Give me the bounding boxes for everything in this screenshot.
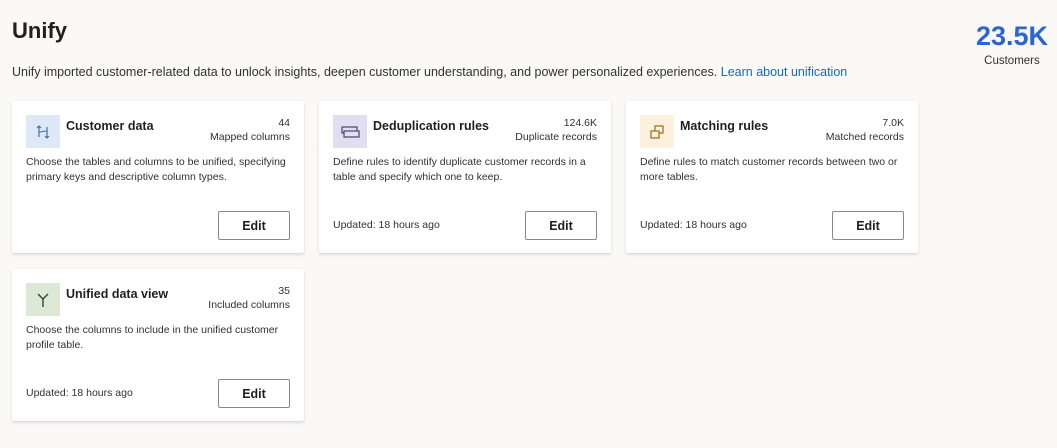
card-count-label: Matched records <box>825 131 904 143</box>
card-title: Unified data view <box>66 287 169 301</box>
matching-rules-card: Matching rules 7.0K Matched records Defi… <box>626 101 918 253</box>
swap-icon <box>26 115 60 148</box>
card-updated: Updated: 18 hours ago <box>26 387 133 399</box>
card-count-label: Included columns <box>208 299 290 311</box>
card-count-label: Duplicate records <box>515 131 597 143</box>
customer-data-card: Customer data 44 Mapped columns Choose t… <box>12 101 304 253</box>
customers-kpi: 23.5K Customers <box>976 20 1048 67</box>
deduplication-rules-edit-button[interactable]: Edit <box>525 211 597 240</box>
learn-about-unification-link[interactable]: Learn about unification <box>721 65 847 79</box>
stacked-records-icon <box>333 115 367 148</box>
card-description: Choose the columns to include in the uni… <box>26 324 279 351</box>
overlapping-squares-icon <box>640 115 674 148</box>
unified-data-view-card: Unified data view 35 Included columns Ch… <box>12 269 304 421</box>
customers-count: 23.5K <box>975 21 1048 51</box>
card-title: Customer data <box>66 119 154 133</box>
card-title: Matching rules <box>680 119 769 133</box>
description-text: Unify imported customer-related data to … <box>12 65 718 79</box>
card-count: 35 <box>278 285 290 297</box>
deduplication-rules-card: Deduplication rules 124.6K Duplicate rec… <box>319 101 611 253</box>
card-description: Define rules to identify duplicate custo… <box>333 156 586 183</box>
card-description: Choose the tables and columns to be unif… <box>26 156 286 183</box>
page-description: Unify imported customer-related data to … <box>12 65 847 79</box>
card-updated: Updated: 18 hours ago <box>640 219 747 231</box>
card-count: 7.0K <box>882 117 904 129</box>
card-count: 124.6K <box>563 117 597 129</box>
customers-label: Customers <box>984 55 1040 67</box>
card-title: Deduplication rules <box>373 119 489 133</box>
merge-icon <box>26 283 60 316</box>
card-description: Define rules to match customer records b… <box>640 156 898 183</box>
page-title: Unify <box>12 18 67 43</box>
card-count-label: Mapped columns <box>210 131 290 143</box>
card-count: 44 <box>278 117 290 129</box>
customer-data-edit-button[interactable]: Edit <box>218 211 290 240</box>
card-updated: Updated: 18 hours ago <box>333 219 440 231</box>
matching-rules-edit-button[interactable]: Edit <box>832 211 904 240</box>
unified-data-view-edit-button[interactable]: Edit <box>218 379 290 408</box>
